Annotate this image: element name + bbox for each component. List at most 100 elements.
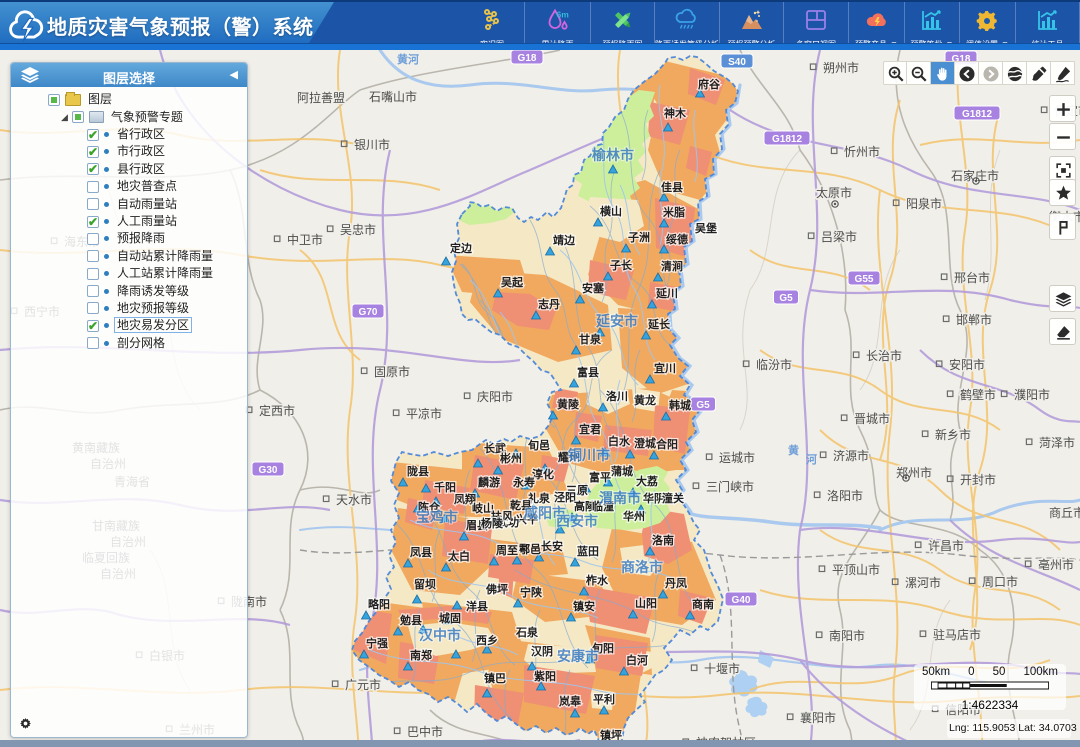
svg-text:柞水: 柞水 (586, 573, 609, 587)
svg-text:太原市: 太原市 (816, 185, 852, 200)
svg-text:南郑: 南郑 (410, 648, 432, 662)
svg-text:朔州市: 朔州市 (823, 60, 859, 75)
svg-text:平利: 平利 (593, 692, 615, 706)
svg-text:太白: 太白 (447, 549, 470, 563)
svg-text:淳化: 淳化 (532, 467, 554, 481)
svg-text:杨陵: 杨陵 (481, 516, 504, 530)
svg-text:延川: 延川 (655, 286, 678, 300)
svg-text:阿拉善盟: 阿拉善盟 (297, 90, 345, 105)
svg-text:韩城: 韩城 (669, 398, 691, 412)
svg-text:广元市: 广元市 (345, 677, 381, 692)
svg-text:神木: 神木 (664, 106, 687, 120)
svg-text:平凉市: 平凉市 (406, 406, 442, 421)
svg-text:渭南市: 渭南市 (599, 490, 641, 506)
svg-text:长治市: 长治市 (866, 348, 902, 363)
svg-text:驻马店市: 驻马店市 (933, 627, 981, 642)
svg-text:银川市: 银川市 (354, 137, 390, 152)
svg-text:G55: G55 (855, 274, 874, 285)
svg-text:延长: 延长 (647, 317, 671, 331)
svg-text:漯河市: 漯河市 (905, 575, 941, 590)
svg-text:6m: 6m (556, 10, 569, 20)
svg-text:黄: 黄 (788, 443, 799, 457)
svg-text:合阳: 合阳 (656, 437, 678, 451)
svg-text:鹤壁市: 鹤壁市 (960, 387, 996, 402)
svg-text:留坝: 留坝 (414, 577, 436, 591)
svg-text:巴中市: 巴中市 (407, 724, 443, 739)
svg-text:镇巴: 镇巴 (484, 671, 506, 685)
svg-text:天水市: 天水市 (336, 492, 372, 507)
svg-text:横山: 横山 (600, 204, 622, 218)
svg-text:靖边: 靖边 (553, 233, 576, 247)
svg-text:石泉: 石泉 (515, 625, 539, 639)
svg-text:米脂: 米脂 (662, 205, 685, 219)
svg-text:亳州市: 亳州市 (1038, 557, 1074, 572)
svg-text:郑州市: 郑州市 (896, 465, 932, 480)
svg-text:洛南: 洛南 (652, 533, 674, 547)
svg-text:旬邑: 旬邑 (527, 438, 550, 452)
svg-text:子长: 子长 (610, 258, 633, 272)
svg-text:定边: 定边 (450, 241, 473, 255)
svg-text:延安市: 延安市 (595, 313, 638, 329)
svg-text:南阳市: 南阳市 (829, 628, 865, 643)
svg-text:华州: 华州 (623, 509, 645, 523)
svg-text:G1812: G1812 (772, 134, 802, 145)
svg-text:蓝田: 蓝田 (577, 544, 599, 558)
svg-text:G40: G40 (732, 595, 751, 606)
svg-text:中卫市: 中卫市 (287, 232, 323, 247)
svg-text:襄阳市: 襄阳市 (800, 710, 836, 725)
svg-text:汉中市: 汉中市 (419, 627, 461, 643)
svg-text:鄠邑: 鄠邑 (519, 542, 541, 556)
svg-text:商洛市: 商洛市 (621, 559, 663, 575)
svg-text:晋城市: 晋城市 (854, 411, 890, 426)
svg-text:忻州市: 忻州市 (844, 144, 880, 159)
svg-text:永寿: 永寿 (512, 475, 535, 489)
svg-text:富平: 富平 (589, 470, 611, 484)
svg-text:大荔: 大荔 (636, 474, 658, 488)
svg-text:千阳: 千阳 (434, 480, 456, 494)
svg-text:开封市: 开封市 (960, 472, 996, 487)
svg-text:邢台市: 邢台市 (954, 270, 990, 285)
svg-text:甘泉: 甘泉 (579, 332, 602, 346)
svg-text:澄城: 澄城 (634, 436, 656, 450)
svg-text:G70: G70 (359, 307, 378, 318)
svg-text:新乡市: 新乡市 (935, 427, 971, 442)
svg-text:麟游: 麟游 (478, 475, 500, 489)
svg-text:周口市: 周口市 (982, 574, 1018, 589)
svg-text:运城市: 运城市 (719, 450, 755, 465)
svg-text:十堰市: 十堰市 (704, 661, 740, 676)
svg-text:河: 河 (806, 452, 817, 466)
svg-text:蒲城: 蒲城 (611, 464, 633, 478)
svg-text:安阳市: 安阳市 (949, 357, 985, 372)
svg-text:濮阳市: 濮阳市 (1014, 387, 1050, 402)
svg-text:铜川市: 铜川市 (568, 447, 610, 463)
svg-text:镇安: 镇安 (573, 599, 595, 613)
svg-text:志丹: 志丹 (538, 297, 560, 311)
svg-text:许昌市: 许昌市 (928, 538, 964, 553)
svg-text:定西市: 定西市 (259, 403, 295, 418)
svg-text:岚皋: 岚皋 (559, 694, 582, 708)
svg-text:邯郸市: 邯郸市 (956, 312, 992, 327)
svg-text:安塞: 安塞 (582, 281, 605, 295)
svg-text:绥德: 绥德 (666, 232, 688, 246)
svg-text:洛阳市: 洛阳市 (827, 488, 863, 503)
svg-text:济源市: 济源市 (833, 448, 869, 463)
svg-text:周至: 周至 (496, 544, 518, 557)
svg-text:宝鸡市: 宝鸡市 (416, 509, 458, 525)
svg-text:商南: 商南 (692, 597, 714, 611)
svg-text:宜君: 宜君 (579, 422, 601, 436)
svg-text:府谷: 府谷 (698, 77, 721, 91)
svg-text:宁陕: 宁陕 (520, 585, 542, 599)
svg-text:紫阳: 紫阳 (534, 669, 556, 683)
svg-text:潼关: 潼关 (662, 491, 684, 505)
svg-text:吴堡: 吴堡 (695, 221, 717, 235)
svg-text:S40: S40 (728, 57, 746, 68)
svg-text:吴起: 吴起 (501, 275, 524, 289)
svg-text:平顶山市: 平顶山市 (832, 562, 880, 577)
svg-text:佛坪: 佛坪 (485, 582, 508, 596)
svg-text:洋县: 洋县 (466, 599, 488, 613)
svg-text:G5: G5 (696, 400, 710, 411)
svg-text:白水: 白水 (608, 434, 631, 448)
svg-text:西乡: 西乡 (476, 634, 498, 647)
svg-text:G1812: G1812 (962, 109, 992, 120)
svg-text:丹凤: 丹凤 (665, 577, 687, 590)
